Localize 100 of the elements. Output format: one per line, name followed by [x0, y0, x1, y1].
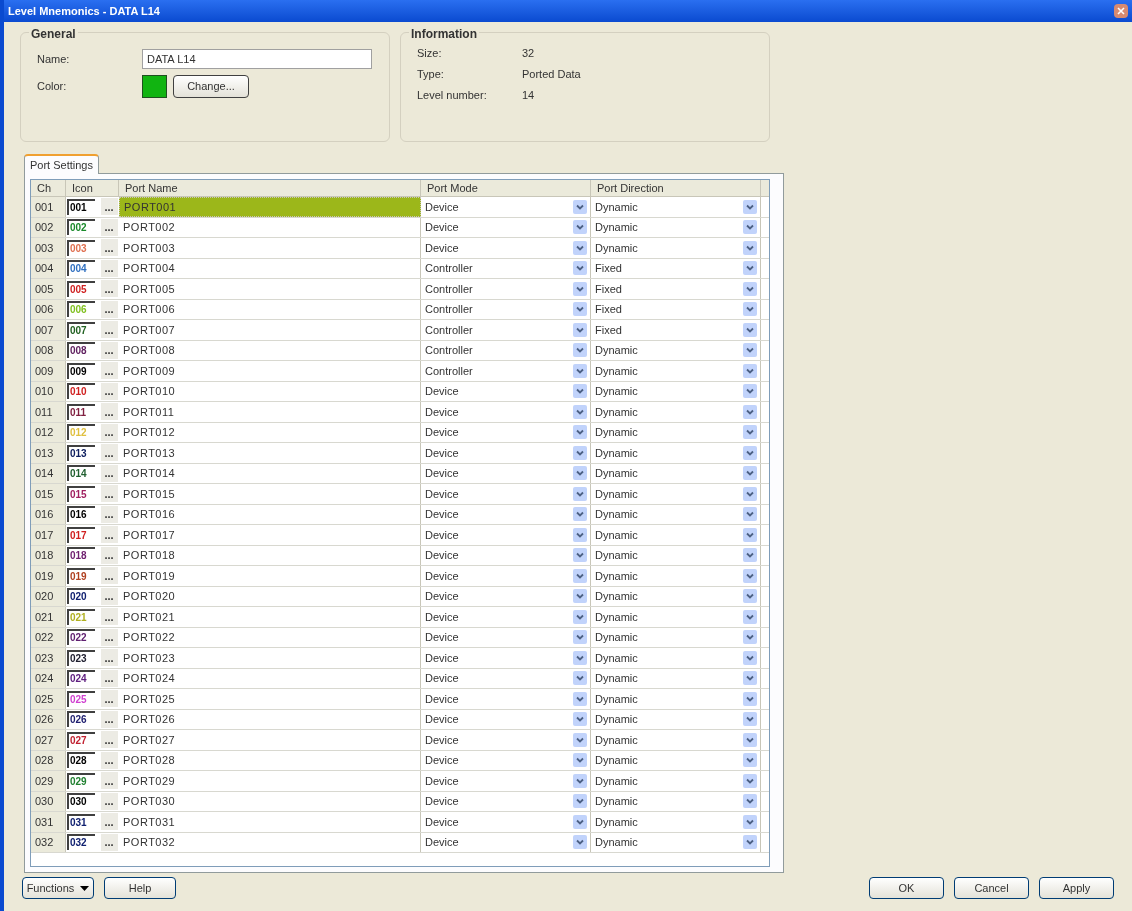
- port-mode-dropdown[interactable]: Controller: [421, 299, 591, 319]
- port-direction-dropdown[interactable]: Dynamic: [591, 381, 761, 401]
- port-direction-dropdown[interactable]: Dynamic: [591, 504, 761, 524]
- port-name-cell[interactable]: PORT023: [119, 648, 421, 668]
- column-header[interactable]: Port Name: [119, 180, 421, 196]
- port-direction-dropdown[interactable]: Dynamic: [591, 607, 761, 627]
- browse-button[interactable]: ...: [100, 833, 118, 851]
- chevron-down-icon[interactable]: [743, 384, 757, 399]
- port-mode-dropdown[interactable]: Device: [421, 689, 591, 709]
- chevron-down-icon[interactable]: [743, 425, 757, 440]
- port-mode-dropdown[interactable]: Device: [421, 607, 591, 627]
- port-name-cell[interactable]: PORT015: [119, 484, 421, 504]
- browse-button[interactable]: ...: [100, 382, 118, 400]
- port-name-cell[interactable]: PORT019: [119, 566, 421, 586]
- browse-button[interactable]: ...: [100, 403, 118, 421]
- port-name-cell[interactable]: PORT024: [119, 668, 421, 688]
- port-name-cell[interactable]: PORT008: [119, 340, 421, 360]
- chevron-down-icon[interactable]: [743, 281, 757, 296]
- port-name-cell[interactable]: PORT016: [119, 504, 421, 524]
- port-name-cell[interactable]: PORT010: [119, 381, 421, 401]
- close-button[interactable]: [1114, 4, 1128, 18]
- chevron-down-icon[interactable]: [573, 445, 587, 460]
- port-direction-dropdown[interactable]: Dynamic: [591, 545, 761, 565]
- port-direction-dropdown[interactable]: Dynamic: [591, 238, 761, 258]
- port-mode-dropdown[interactable]: Device: [421, 566, 591, 586]
- port-direction-dropdown[interactable]: Dynamic: [591, 812, 761, 832]
- chevron-down-icon[interactable]: [573, 507, 587, 522]
- chevron-down-icon[interactable]: [743, 404, 757, 419]
- chevron-down-icon[interactable]: [743, 691, 757, 706]
- chevron-down-icon[interactable]: [573, 732, 587, 747]
- port-direction-dropdown[interactable]: Dynamic: [591, 750, 761, 770]
- browse-button[interactable]: ...: [100, 444, 118, 462]
- port-direction-dropdown[interactable]: Dynamic: [591, 525, 761, 545]
- port-name-cell[interactable]: PORT028: [119, 750, 421, 770]
- name-field[interactable]: DATA L14: [142, 49, 372, 69]
- chevron-down-icon[interactable]: [743, 466, 757, 481]
- column-header[interactable]: Port Direction: [591, 180, 761, 196]
- port-name-cell[interactable]: PORT026: [119, 709, 421, 729]
- port-name-cell[interactable]: PORT030: [119, 791, 421, 811]
- port-direction-dropdown[interactable]: Dynamic: [591, 771, 761, 791]
- port-name-cell[interactable]: PORT013: [119, 443, 421, 463]
- port-direction-dropdown[interactable]: Fixed: [591, 299, 761, 319]
- column-header[interactable]: Ch: [31, 180, 66, 196]
- port-direction-dropdown[interactable]: Dynamic: [591, 627, 761, 647]
- port-direction-dropdown[interactable]: Dynamic: [591, 709, 761, 729]
- port-direction-dropdown[interactable]: Dynamic: [591, 402, 761, 422]
- functions-button[interactable]: Functions: [22, 877, 94, 899]
- column-header[interactable]: Icon: [66, 180, 119, 196]
- chevron-down-icon[interactable]: [743, 507, 757, 522]
- port-direction-dropdown[interactable]: Dynamic: [591, 648, 761, 668]
- browse-button[interactable]: ...: [100, 813, 118, 831]
- browse-button[interactable]: ...: [100, 567, 118, 585]
- chevron-down-icon[interactable]: [743, 220, 757, 235]
- port-name-cell[interactable]: PORT021: [119, 607, 421, 627]
- browse-button[interactable]: ...: [100, 423, 118, 441]
- browse-button[interactable]: ...: [100, 649, 118, 667]
- port-mode-dropdown[interactable]: Device: [421, 238, 591, 258]
- chevron-down-icon[interactable]: [573, 773, 587, 788]
- port-name-cell[interactable]: PORT007: [119, 320, 421, 340]
- browse-button[interactable]: ...: [100, 341, 118, 359]
- port-name-cell[interactable]: PORT018: [119, 545, 421, 565]
- chevron-down-icon[interactable]: [573, 609, 587, 624]
- port-direction-dropdown[interactable]: Dynamic: [591, 340, 761, 360]
- port-mode-dropdown[interactable]: Device: [421, 422, 591, 442]
- chevron-down-icon[interactable]: [573, 814, 587, 829]
- chevron-down-icon[interactable]: [573, 240, 587, 255]
- browse-button[interactable]: ...: [100, 710, 118, 728]
- port-direction-dropdown[interactable]: Dynamic: [591, 668, 761, 688]
- browse-button[interactable]: ...: [100, 464, 118, 482]
- browse-button[interactable]: ...: [100, 280, 118, 298]
- port-mode-dropdown[interactable]: Controller: [421, 279, 591, 299]
- chevron-down-icon[interactable]: [573, 650, 587, 665]
- chevron-down-icon[interactable]: [573, 281, 587, 296]
- port-direction-dropdown[interactable]: Dynamic: [591, 484, 761, 504]
- port-direction-dropdown[interactable]: Dynamic: [591, 443, 761, 463]
- port-mode-dropdown[interactable]: Device: [421, 381, 591, 401]
- port-direction-dropdown[interactable]: Fixed: [591, 279, 761, 299]
- port-name-cell[interactable]: PORT031: [119, 812, 421, 832]
- chevron-down-icon[interactable]: [573, 220, 587, 235]
- chevron-down-icon[interactable]: [573, 691, 587, 706]
- browse-button[interactable]: ...: [100, 239, 118, 257]
- chevron-down-icon[interactable]: [573, 630, 587, 645]
- port-mode-dropdown[interactable]: Device: [421, 525, 591, 545]
- port-name-cell[interactable]: PORT022: [119, 627, 421, 647]
- change-button[interactable]: Change...: [173, 75, 249, 98]
- chevron-down-icon[interactable]: [573, 568, 587, 583]
- port-name-cell[interactable]: PORT032: [119, 832, 421, 852]
- chevron-down-icon[interactable]: [573, 261, 587, 276]
- port-mode-dropdown[interactable]: Device: [421, 443, 591, 463]
- port-name-cell[interactable]: PORT003: [119, 238, 421, 258]
- port-name-cell[interactable]: PORT012: [119, 422, 421, 442]
- chevron-down-icon[interactable]: [573, 466, 587, 481]
- chevron-down-icon[interactable]: [743, 527, 757, 542]
- browse-button[interactable]: ...: [100, 751, 118, 769]
- chevron-down-icon[interactable]: [573, 486, 587, 501]
- chevron-down-icon[interactable]: [743, 445, 757, 460]
- port-direction-dropdown[interactable]: Dynamic: [591, 197, 761, 217]
- browse-button[interactable]: ...: [100, 198, 118, 216]
- chevron-down-icon[interactable]: [573, 425, 587, 440]
- port-mode-dropdown[interactable]: Device: [421, 586, 591, 606]
